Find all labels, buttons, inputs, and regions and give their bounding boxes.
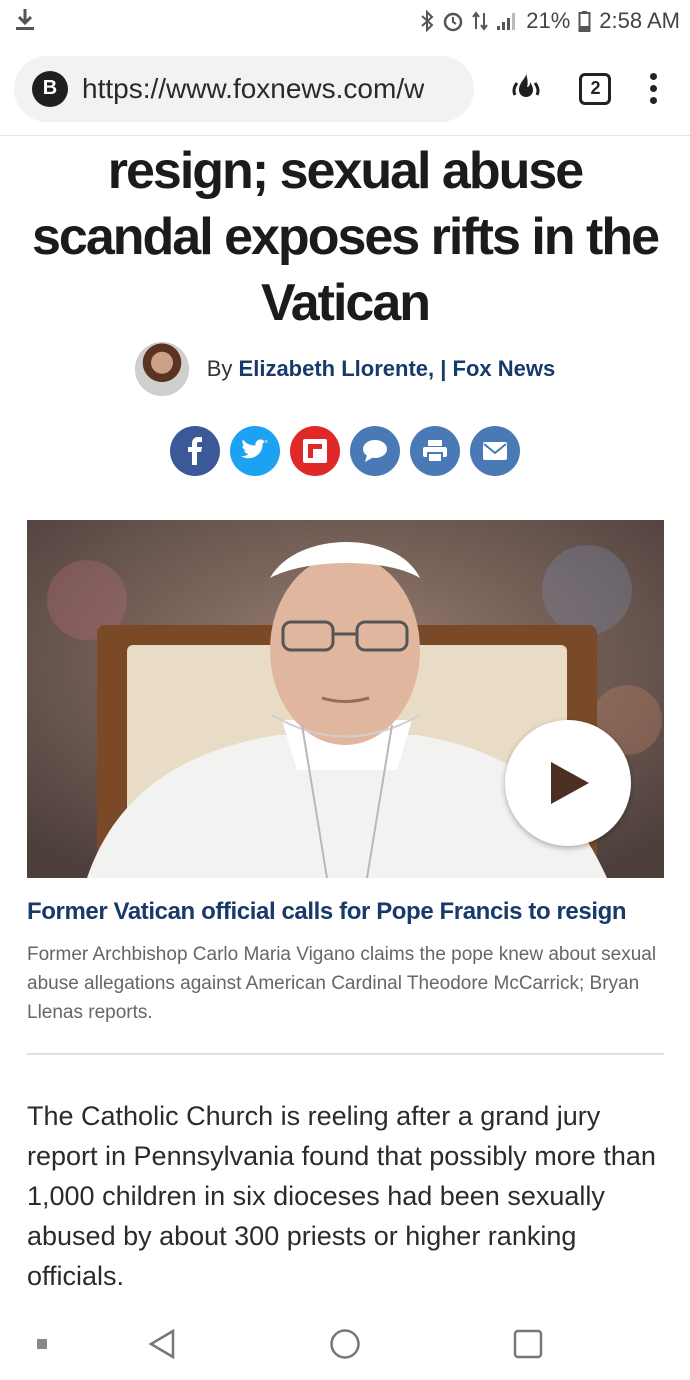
twitter-share-button[interactable]	[230, 426, 280, 476]
tabs-icon[interactable]: 2	[579, 72, 612, 105]
article-body-paragraph: The Catholic Church is reeling after a g…	[27, 1101, 656, 1291]
menu-icon[interactable]	[649, 73, 657, 104]
data-icon	[472, 10, 489, 32]
byline-separator: |	[440, 356, 447, 381]
flipboard-share-button[interactable]	[290, 426, 340, 476]
back-icon[interactable]	[142, 1324, 182, 1364]
divider	[27, 1053, 664, 1055]
download-icon	[14, 7, 36, 36]
recent-dot-icon	[22, 1324, 62, 1364]
video-player[interactable]	[27, 520, 664, 878]
outlet-link[interactable]: Fox News	[453, 356, 556, 381]
byline-prefix: By	[206, 356, 233, 381]
video-caption-description: Former Archbishop Carlo Maria Vigano cla…	[27, 944, 657, 1023]
facebook-icon	[188, 437, 202, 465]
bluetooth-icon	[420, 10, 434, 32]
article-headline: resign; sexual abuse scandal exposes rif…	[31, 142, 660, 332]
url-text[interactable]: https://www.foxnews.com/w	[82, 73, 424, 105]
android-nav-bar	[0, 1310, 690, 1380]
flipboard-icon	[303, 439, 327, 463]
site-badge: B	[32, 70, 68, 107]
print-icon	[423, 440, 447, 463]
play-icon	[551, 762, 589, 804]
browser-toolbar: B https://www.foxnews.com/w 2	[0, 42, 690, 136]
battery-percent: 21%	[526, 8, 571, 33]
battery-icon	[578, 10, 591, 32]
twitter-icon	[241, 439, 268, 459]
home-icon[interactable]	[325, 1324, 365, 1364]
clock: 2:58 AM	[599, 8, 680, 33]
signal-icon	[496, 11, 518, 31]
video-caption-title[interactable]: Former Vatican official calls for Pope F…	[27, 898, 667, 926]
alarm-icon	[442, 10, 464, 32]
address-bar[interactable]: B https://www.foxnews.com/w	[14, 55, 474, 122]
status-bar: 21% 2:58 AM	[0, 0, 690, 42]
author-avatar[interactable]	[134, 342, 189, 396]
facebook-share-button[interactable]	[170, 426, 220, 476]
fire-icon[interactable]	[511, 69, 541, 108]
comment-icon	[363, 440, 387, 462]
comments-button[interactable]	[350, 426, 400, 476]
email-icon	[483, 442, 507, 460]
author-link[interactable]: Elizabeth Llorente,	[239, 356, 435, 381]
byline: By Elizabeth Llorente, | Fox News	[0, 342, 690, 396]
play-button[interactable]	[505, 720, 631, 846]
overview-icon[interactable]	[508, 1324, 548, 1364]
share-buttons	[0, 426, 690, 476]
email-share-button[interactable]	[470, 426, 520, 476]
print-button[interactable]	[410, 426, 460, 476]
